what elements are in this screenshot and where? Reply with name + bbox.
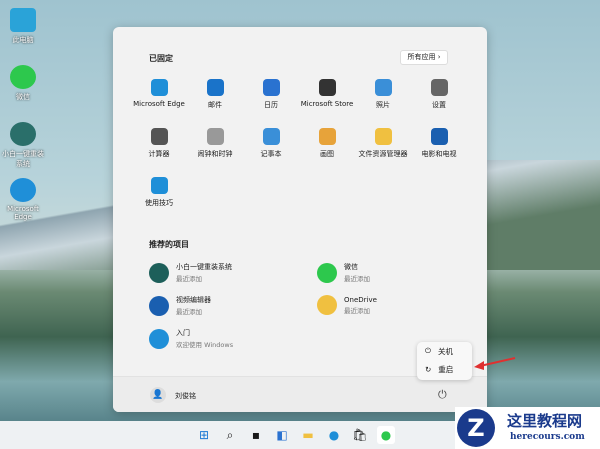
monitor-icon [10, 8, 36, 32]
app-icon [430, 128, 448, 145]
app-icon [150, 128, 168, 145]
watermark: Z 这里教程网 herecours.com [455, 407, 600, 449]
app-icon [317, 262, 337, 283]
wechat-icon [10, 65, 36, 89]
edge-icon[interactable]: ● [325, 426, 343, 444]
app-icon [149, 295, 169, 316]
desktop-icon-wechat[interactable]: 微信 [0, 65, 46, 102]
edge-icon [10, 178, 36, 202]
restart-menu-item[interactable]: ↻ 重启 [417, 360, 472, 378]
desktop-icon-this-pc[interactable]: 此电脑 [0, 8, 46, 45]
wechat-icon[interactable]: ● [377, 426, 395, 444]
recommended-item[interactable]: 小白一键重装系统 最近添加 [149, 262, 232, 283]
desktop-icon-xiaobai[interactable]: 小白一键重装系统 [0, 122, 46, 169]
task-view-icon[interactable]: ▪ [247, 426, 265, 444]
pinned-app[interactable]: 记事本 [241, 128, 301, 159]
power-icon[interactable]: ⏻ [438, 388, 447, 402]
app-icon [262, 128, 280, 145]
recommended-item[interactable]: 微信 最近添加 [317, 262, 370, 283]
pinned-app[interactable]: 画图 [297, 128, 357, 159]
app-icon [430, 79, 448, 96]
pinned-app[interactable]: Microsoft Store [297, 79, 357, 108]
app-icon [149, 328, 169, 349]
desktop-icon-edge[interactable]: Microsoft Edge [0, 178, 46, 221]
power-icon: ⏻ [425, 346, 431, 355]
user-name[interactable]: 刘俊铭 [175, 391, 196, 401]
pinned-app[interactable]: 计算器 [129, 128, 189, 159]
search-icon[interactable]: ⌕ [221, 426, 239, 444]
app-icon [374, 79, 392, 96]
pinned-app[interactable]: 文件资源管理器 [353, 128, 413, 159]
pinned-app[interactable]: 设置 [409, 79, 469, 110]
pinned-heading: 已固定 [149, 54, 173, 63]
recommended-item[interactable]: OneDrive 最近添加 [317, 295, 377, 315]
pinned-app[interactable]: 电影和电视 [409, 128, 469, 159]
all-apps-button[interactable]: 所有应用 › [400, 50, 448, 65]
xiaobai-icon [10, 122, 36, 146]
app-icon [318, 128, 336, 145]
widgets-icon[interactable]: ◧ [273, 426, 291, 444]
store-icon[interactable]: 🛍 [351, 426, 369, 444]
file-explorer-icon[interactable]: ▬ [299, 426, 317, 444]
recommended-item[interactable]: 视频编辑器 最近添加 [149, 295, 211, 316]
app-icon [206, 79, 224, 96]
app-icon [150, 177, 168, 194]
app-icon [149, 262, 169, 283]
pinned-app[interactable]: Microsoft Edge [129, 79, 189, 108]
restart-icon: ↻ [425, 364, 432, 374]
watermark-logo-icon: Z [457, 409, 495, 447]
recommended-heading: 推荐的项目 [149, 240, 189, 249]
windows-start-icon[interactable]: ⊞ [195, 426, 213, 444]
pinned-app[interactable]: 邮件 [185, 79, 245, 110]
recommended-item[interactable]: 入门 欢迎使用 Windows [149, 328, 233, 349]
pinned-app[interactable]: 闹钟和时钟 [185, 128, 245, 159]
app-icon [318, 79, 336, 96]
pinned-app[interactable]: 照片 [353, 79, 413, 110]
pinned-app[interactable]: 日历 [241, 79, 301, 110]
red-arrow-annotation [474, 357, 516, 370]
app-icon [150, 79, 168, 96]
app-icon [262, 79, 280, 96]
start-footer: 👤 刘俊铭 ⏻ [113, 376, 487, 412]
shutdown-menu-item[interactable]: ⏻ 关机 [417, 342, 472, 360]
app-icon [206, 128, 224, 145]
app-icon [374, 128, 392, 145]
pinned-app[interactable]: 使用技巧 [129, 177, 189, 208]
app-icon [317, 295, 337, 315]
user-avatar-icon[interactable]: 👤 [150, 387, 166, 403]
power-menu: ⏻ 关机 ↻ 重启 [417, 342, 472, 380]
